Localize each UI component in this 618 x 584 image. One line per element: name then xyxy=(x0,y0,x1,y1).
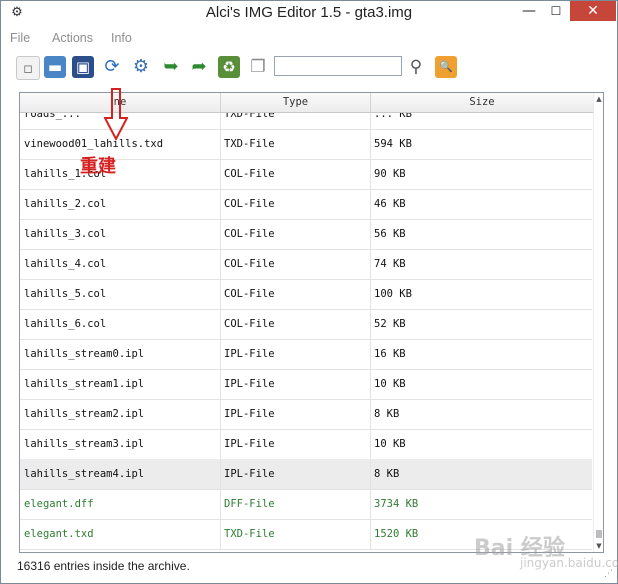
vertical-scrollbar[interactable]: ▲ ▼ xyxy=(593,93,603,552)
cell-name: lahills_stream0.ipl xyxy=(20,339,221,369)
open-folder-icon[interactable]: ▬ xyxy=(44,56,66,78)
scroll-down-icon[interactable]: ▼ xyxy=(594,541,603,551)
search-input[interactable] xyxy=(274,56,402,76)
annotation-label: 重建 xyxy=(80,156,116,177)
cell-type: TXD-File xyxy=(220,113,371,129)
cell-type: TXD-File xyxy=(220,519,371,549)
cell-name: lahills_stream3.ipl xyxy=(20,429,221,459)
column-header-type[interactable]: Type xyxy=(221,93,371,112)
cell-size: 90 KB xyxy=(374,168,406,180)
settings-gear-icon[interactable]: ⚙ xyxy=(130,56,152,78)
new-icon[interactable]: ▫ xyxy=(16,56,40,80)
menu-bar: File Actions Info xyxy=(10,27,610,49)
cell-size: 8 KB xyxy=(374,468,400,480)
cell-size: 74 KB xyxy=(374,258,406,270)
cell-size: ... KB xyxy=(374,113,412,120)
annotation-arrow-icon xyxy=(104,88,128,140)
cell-name: lahills_1.col xyxy=(20,159,221,189)
table-row[interactable]: lahills_2.col COL-File 46 KB xyxy=(20,189,592,220)
copy-icon[interactable]: ❐ xyxy=(247,56,269,78)
toolbar: ▫ ▬ ▣ ⟳ ⚙ ➥ ➦ ♻ ❐ ⚲ 🔍 xyxy=(10,53,610,83)
save-disk-icon[interactable]: ▣ xyxy=(72,56,94,78)
cell-name: lahills_2.col xyxy=(20,189,221,219)
app-window: ⚙ Alci's IMG Editor 1.5 - gta3.img — ☐ ✕… xyxy=(0,0,618,584)
column-header-size[interactable]: Size xyxy=(371,93,594,112)
table-row[interactable]: lahills_stream0.ipl IPL-File 16 KB xyxy=(20,339,592,370)
cell-size: 10 KB xyxy=(374,378,406,390)
refresh-icon[interactable]: ⟳ xyxy=(101,56,123,78)
cell-type: IPL-File xyxy=(220,399,371,429)
scroll-up-icon[interactable]: ▲ xyxy=(594,94,603,104)
title-bar[interactable]: ⚙ Alci's IMG Editor 1.5 - gta3.img — ☐ ✕ xyxy=(1,1,617,25)
table-row[interactable]: lahills_stream4.ipl IPL-File 8 KB xyxy=(20,459,592,490)
menu-actions[interactable]: Actions xyxy=(52,31,93,45)
cell-type: COL-File xyxy=(220,249,371,279)
minimize-button[interactable]: — xyxy=(516,1,542,21)
cell-type: COL-File xyxy=(220,279,371,309)
table-row[interactable]: lahills_stream3.ipl IPL-File 10 KB xyxy=(20,429,592,460)
cell-name: lahills_stream1.ipl xyxy=(20,369,221,399)
table-row[interactable]: lahills_stream1.ipl IPL-File 10 KB xyxy=(20,369,592,400)
cell-size: 52 KB xyxy=(374,318,406,330)
resize-grip-icon[interactable]: ⋰ xyxy=(604,569,613,579)
cell-size: 594 KB xyxy=(374,138,412,150)
cell-name: lahills_3.col xyxy=(20,219,221,249)
table-row[interactable]: lahills_5.col COL-File 100 KB xyxy=(20,279,592,310)
search-magnifier-icon[interactable]: ⚲ xyxy=(405,56,427,78)
cell-type: IPL-File xyxy=(220,459,371,489)
cell-type: IPL-File xyxy=(220,339,371,369)
cell-size: 16 KB xyxy=(374,348,406,360)
cell-name: lahills_stream2.ipl xyxy=(20,399,221,429)
maximize-button[interactable]: ☐ xyxy=(543,1,569,21)
cell-size: 8 KB xyxy=(374,408,400,420)
menu-file[interactable]: File xyxy=(10,31,30,45)
table-row[interactable]: lahills_6.col COL-File 52 KB xyxy=(20,309,592,340)
cell-name: lahills_4.col xyxy=(20,249,221,279)
cell-type: COL-File xyxy=(220,159,371,189)
table-row[interactable]: lahills_stream2.ipl IPL-File 8 KB xyxy=(20,399,592,430)
cell-name: lahills_stream4.ipl xyxy=(20,459,221,489)
cell-name: lahills_5.col xyxy=(20,279,221,309)
cell-size: 10 KB xyxy=(374,438,406,450)
table-row[interactable]: lahills_4.col COL-File 74 KB xyxy=(20,249,592,280)
rebuild-recycle-icon[interactable]: ♻ xyxy=(218,56,240,78)
cell-type: DFF-File xyxy=(220,489,371,519)
cell-size: 46 KB xyxy=(374,198,406,210)
close-button[interactable]: ✕ xyxy=(570,1,616,21)
cell-size: 3734 KB xyxy=(374,498,419,510)
cell-size: 100 KB xyxy=(374,288,412,300)
table-row[interactable]: elegant.dff DFF-File 3734 KB xyxy=(20,489,592,520)
import-arrow-icon[interactable]: ➥ xyxy=(160,56,182,78)
cell-name: elegant.dff xyxy=(20,489,221,519)
status-bar-text: 16316 entries inside the archive. xyxy=(17,559,190,573)
table-row[interactable]: lahills_3.col COL-File 56 KB xyxy=(20,219,592,250)
find-folder-icon[interactable]: 🔍 xyxy=(435,56,457,78)
cell-type: COL-File xyxy=(220,219,371,249)
cell-type: COL-File xyxy=(220,309,371,339)
cell-name: lahills_6.col xyxy=(20,309,221,339)
cell-type: COL-File xyxy=(220,189,371,219)
cell-name: elegant.txd xyxy=(20,519,221,549)
scroll-thumb[interactable] xyxy=(596,530,602,538)
cell-size: 56 KB xyxy=(374,228,406,240)
export-arrow-icon[interactable]: ➦ xyxy=(188,56,210,78)
menu-info[interactable]: Info xyxy=(111,31,132,45)
cell-type: TXD-File xyxy=(220,129,371,159)
cell-type: IPL-File xyxy=(220,369,371,399)
watermark-url: jingyan.baidu.com xyxy=(520,556,618,570)
list-rows: roads_... TXD-File... KB vinewood01_lahill… xyxy=(20,113,592,552)
cell-type: IPL-File xyxy=(220,429,371,459)
